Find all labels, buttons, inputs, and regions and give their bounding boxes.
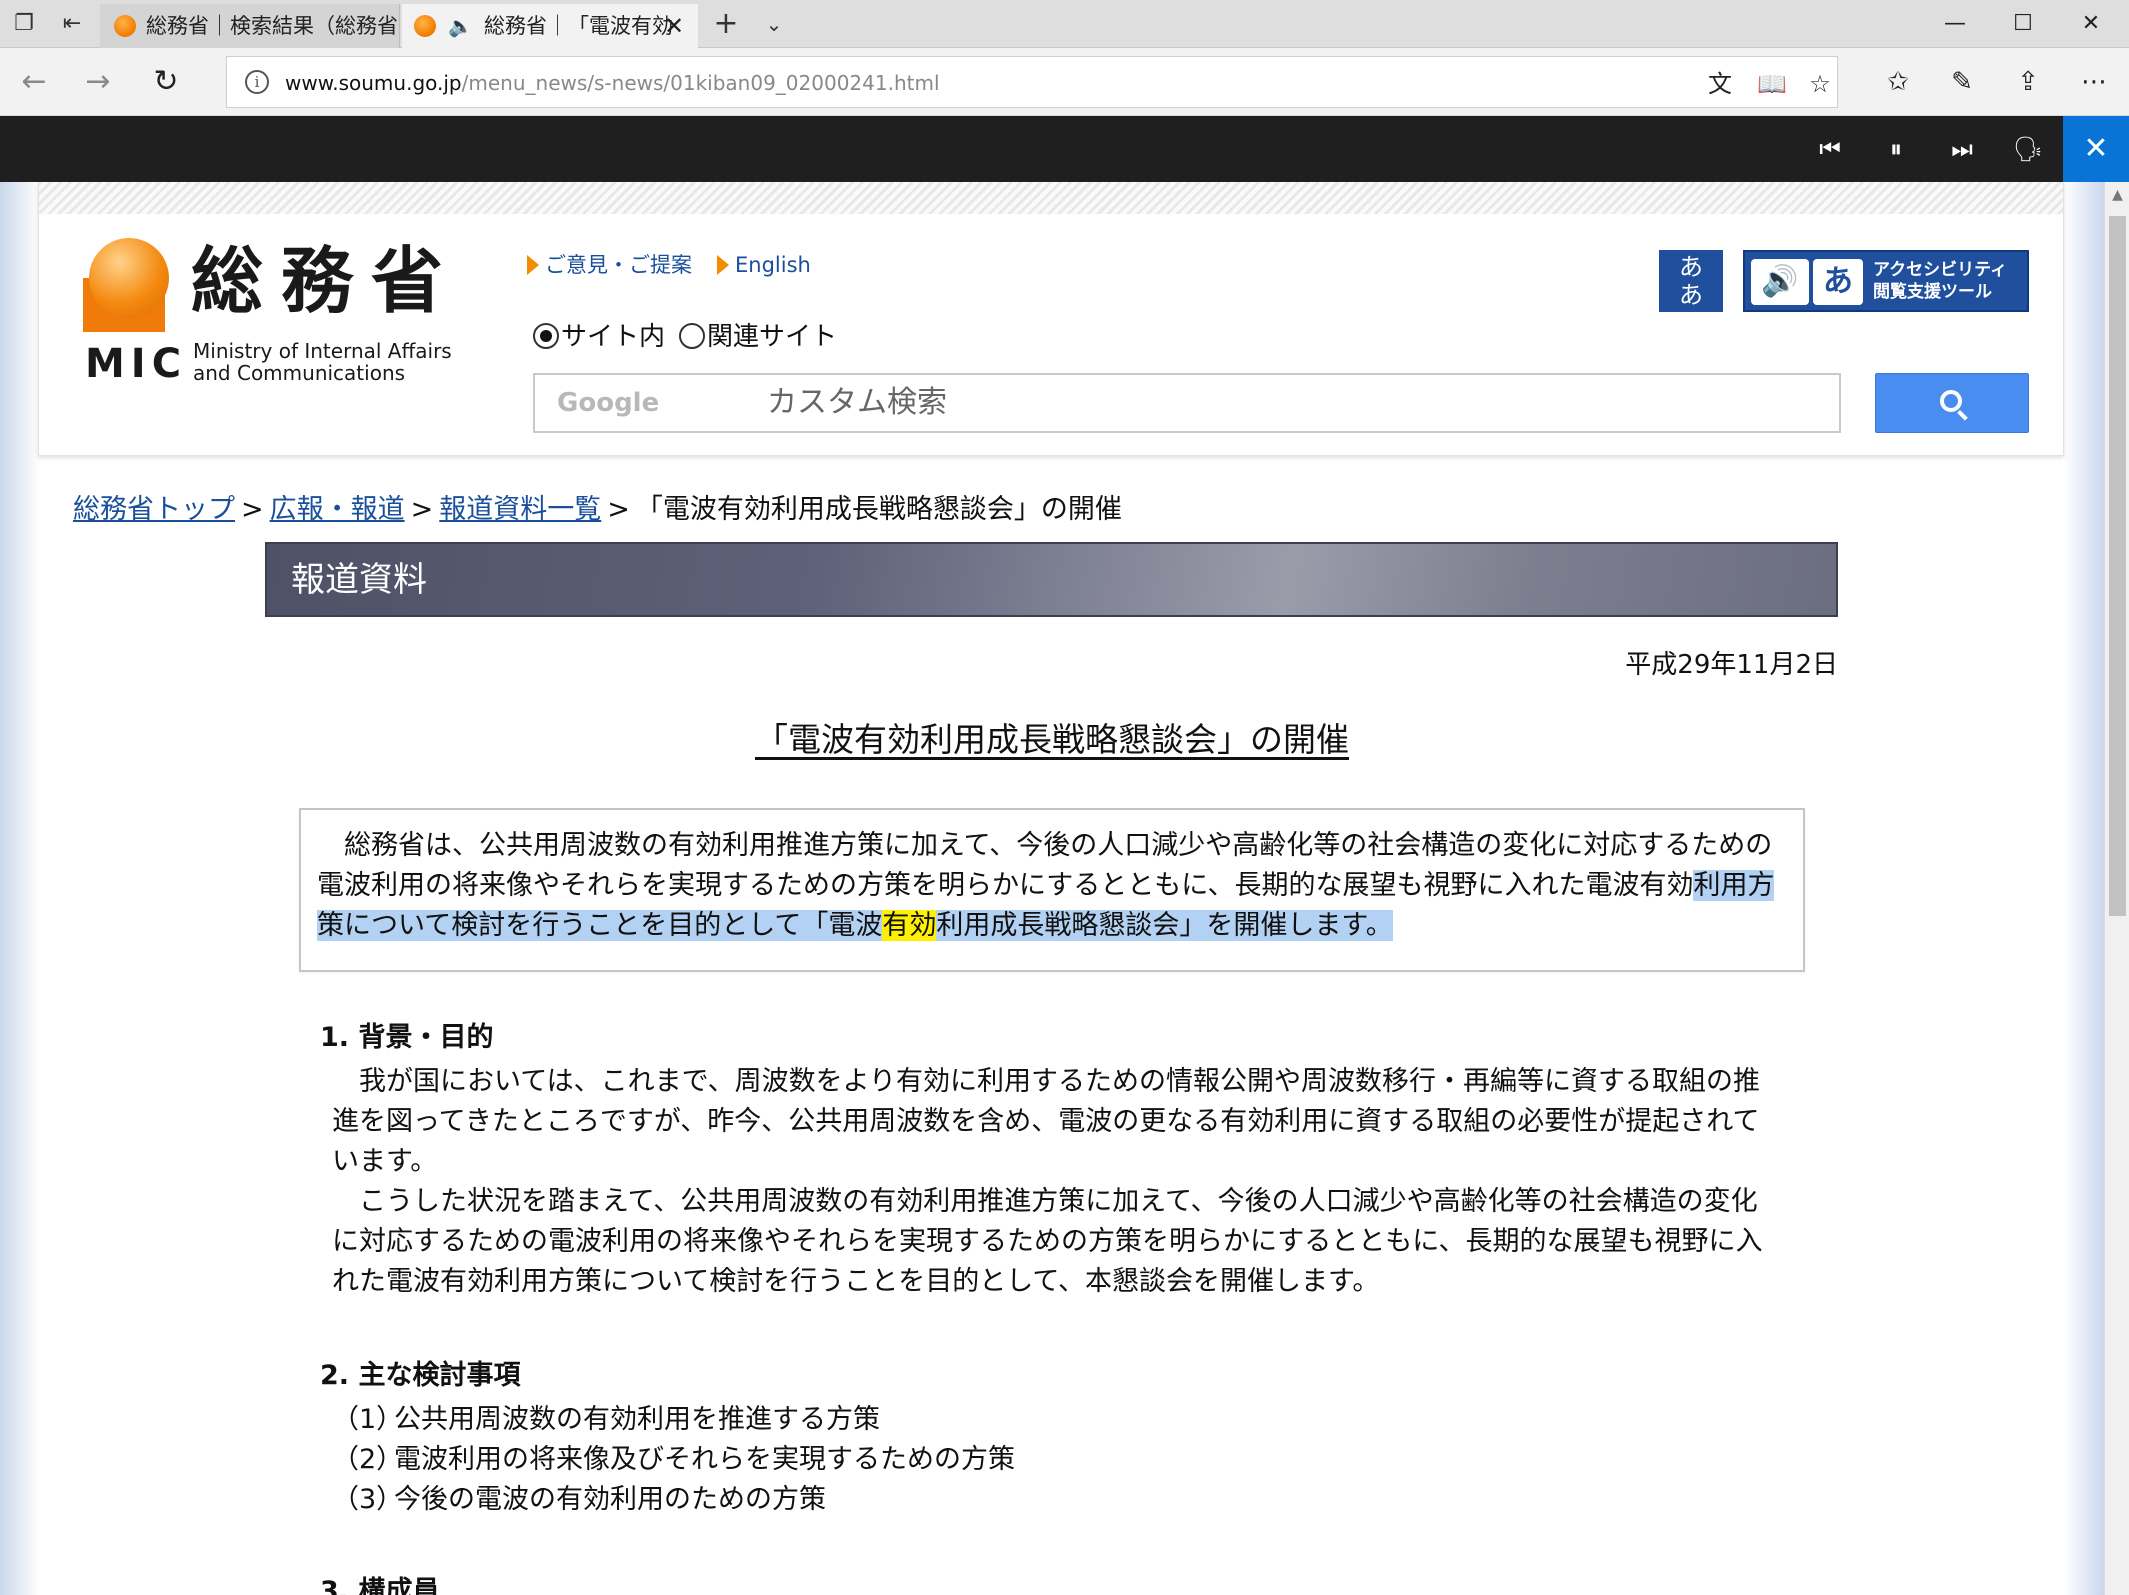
set-aside-tabs-icon[interactable]: ⇤ <box>58 10 86 38</box>
section-paragraph: 我が国においては、これまで、周波数をより有効に利用するための情報公開や周波数移行… <box>332 1062 1782 1182</box>
english-link[interactable]: English <box>717 252 811 278</box>
breadcrumb-news-link[interactable]: 広報・報道 <box>270 494 405 525</box>
tab-title: 総務省｜「電波有効 <box>484 4 673 48</box>
breadcrumb-top-link[interactable]: 総務省トップ <box>73 494 235 525</box>
tab-current-page[interactable]: 🔈 総務省｜「電波有効 ✕ <box>402 4 698 48</box>
reading-view-icon[interactable]: 📖 <box>1757 69 1787 99</box>
scroll-thumb[interactable] <box>2109 216 2126 916</box>
logo-orange-ball <box>89 238 169 318</box>
banner-title: 報道資料 <box>291 544 427 616</box>
favorites-hub-icon[interactable]: ✩ <box>1880 64 1916 100</box>
speaker-icon[interactable]: 🔈 <box>448 4 473 48</box>
breadcrumb-current: 「電波有効利用成長戦略懇談会」の開催 <box>636 494 1122 525</box>
breadcrumb-list-link[interactable]: 報道資料一覧 <box>439 494 601 525</box>
google-label: Google <box>557 375 659 431</box>
list-item: （1）公共用周波数の有効利用を推進する方策 <box>332 1400 880 1440</box>
radio-checked-icon[interactable] <box>533 323 559 349</box>
share-icon[interactable]: ⇪ <box>2010 64 2046 100</box>
soumu-favicon-icon <box>414 15 436 37</box>
scroll-up-arrow-icon[interactable]: ▲ <box>2105 184 2129 206</box>
pen-notes-icon[interactable]: ✎ <box>1944 64 1980 100</box>
summary-text: 総務省は、公共用周波数の有効利用推進方策に加えて、今後の人口減少や高齢化等の社会… <box>317 826 1793 946</box>
selected-text: 利用成長戦略懇談会」を開催します。 <box>936 910 1392 941</box>
read-aloud-highlight: 有効 <box>882 910 936 941</box>
accessibility-tool-label: アクセシビリティ 閲覧支援ツール <box>1873 259 2007 303</box>
orange-triangle-icon <box>527 255 539 275</box>
list-item: （3）今後の電波の有効利用のための方策 <box>332 1480 826 1520</box>
header-hatch-band <box>39 182 2063 214</box>
close-read-aloud-icon[interactable]: ✕ <box>2063 116 2129 182</box>
forward-arrow-icon[interactable]: → <box>78 62 118 102</box>
address-bar-row: ← → ↻ i www.soumu.go.jp/menu_news/s-news… <box>0 48 2129 116</box>
list-item: （2）電波利用の将来像及びそれらを実現するための方策 <box>332 1440 1015 1480</box>
section-heading-topics: 2. 主な検討事項 <box>320 1358 520 1394</box>
search-button[interactable] <box>1875 373 2029 433</box>
font-size-button[interactable]: あ あ <box>1659 250 1723 312</box>
url-text: www.soumu.go.jp/menu_news/s-news/01kiban… <box>285 57 940 109</box>
voice-settings-icon[interactable]: 🗣 <box>2010 131 2046 167</box>
tab-manager-icon[interactable]: ❐ <box>10 10 38 38</box>
back-arrow-icon[interactable]: ← <box>14 62 54 102</box>
radio-related-sites[interactable]: 関連サイト <box>679 320 837 354</box>
pause-icon[interactable]: ⏸ <box>1878 131 1914 167</box>
logo-mic: MIC <box>85 342 187 386</box>
section-heading-background: 1. 背景・目的 <box>320 1020 493 1056</box>
minimize-icon[interactable]: — <box>1922 0 1988 48</box>
translate-icon[interactable]: 文 <box>1705 69 1735 99</box>
vertical-scrollbar[interactable]: ▲ <box>2104 182 2129 1595</box>
read-aloud-toolbar: ⏮ ⏸ ⏭ 🗣 ✕ <box>0 116 2129 182</box>
opinion-link[interactable]: ご意見・ご提案 <box>527 252 692 278</box>
accessibility-tool-button[interactable]: 🔊 あ アクセシビリティ 閲覧支援ツール <box>1743 250 2029 312</box>
close-tab-icon[interactable]: ✕ <box>664 4 684 48</box>
summary-box: 総務省は、公共用周波数の有効利用推進方策に加えて、今後の人口減少や高齢化等の社会… <box>299 808 1805 972</box>
chevron-down-icon[interactable]: ⌄ <box>760 10 788 38</box>
page-title: 「電波有効利用成長戦略懇談会」の開催 <box>0 718 2104 762</box>
previous-paragraph-icon[interactable]: ⏮ <box>1812 131 1848 167</box>
speaker-icon: 🔊 <box>1751 259 1809 305</box>
release-date: 平成29年11月2日 <box>1625 648 1838 682</box>
search-placeholder: カスタム検索 <box>767 375 947 431</box>
orange-triangle-icon <box>717 255 729 275</box>
logo-english-name: Ministry of Internal Affairs and Communi… <box>193 340 452 384</box>
url-field[interactable]: i www.soumu.go.jp/menu_news/s-news/01kib… <box>226 56 1838 108</box>
tab-bar: ❐ ⇤ 総務省｜検索結果（総務省 🔈 総務省｜「電波有効 ✕ + ⌄ — ☐ ✕ <box>0 0 2129 48</box>
next-paragraph-icon[interactable]: ⏭ <box>1944 131 1980 167</box>
mic-logo[interactable]: 総務省 MIC Ministry of Internal Affairs and… <box>83 234 503 384</box>
refresh-icon[interactable]: ↻ <box>146 62 186 102</box>
info-icon[interactable]: i <box>245 70 269 94</box>
section-paragraph: こうした状況を踏まえて、公共用周波数の有効利用推進方策に加えて、今後の人口減少や… <box>332 1182 1782 1302</box>
breadcrumb: 総務省トップ>広報・報道>報道資料一覧>「電波有効利用成長戦略懇談会」の開催 <box>73 492 1122 528</box>
soumu-favicon-icon <box>114 15 136 37</box>
press-release-banner: 報道資料 <box>265 542 1838 617</box>
logo-kanji: 総務省 <box>191 238 461 324</box>
section-heading-members: 3. 構成員 <box>320 1574 439 1595</box>
site-header: 総務省 MIC Ministry of Internal Affairs and… <box>38 182 2064 456</box>
more-menu-icon[interactable]: ⋯ <box>2076 64 2112 100</box>
close-window-icon[interactable]: ✕ <box>2058 0 2124 48</box>
a-glyph: あ <box>1813 259 1863 305</box>
radio-site-internal[interactable]: サイト内 <box>533 320 665 354</box>
favorite-star-icon[interactable]: ☆ <box>1805 69 1835 99</box>
maximize-icon[interactable]: ☐ <box>1990 0 2056 48</box>
tab-search-results[interactable]: 総務省｜検索結果（総務省 <box>100 4 400 48</box>
custom-search-input[interactable]: Google カスタム検索 <box>533 373 1841 433</box>
search-icon <box>1940 390 1962 412</box>
radio-unchecked-icon[interactable] <box>679 323 705 349</box>
new-tab-icon[interactable]: + <box>712 10 740 38</box>
page-viewport: 総務省 MIC Ministry of Internal Affairs and… <box>0 182 2104 1595</box>
tab-title: 総務省｜検索結果（総務省 <box>146 4 398 48</box>
